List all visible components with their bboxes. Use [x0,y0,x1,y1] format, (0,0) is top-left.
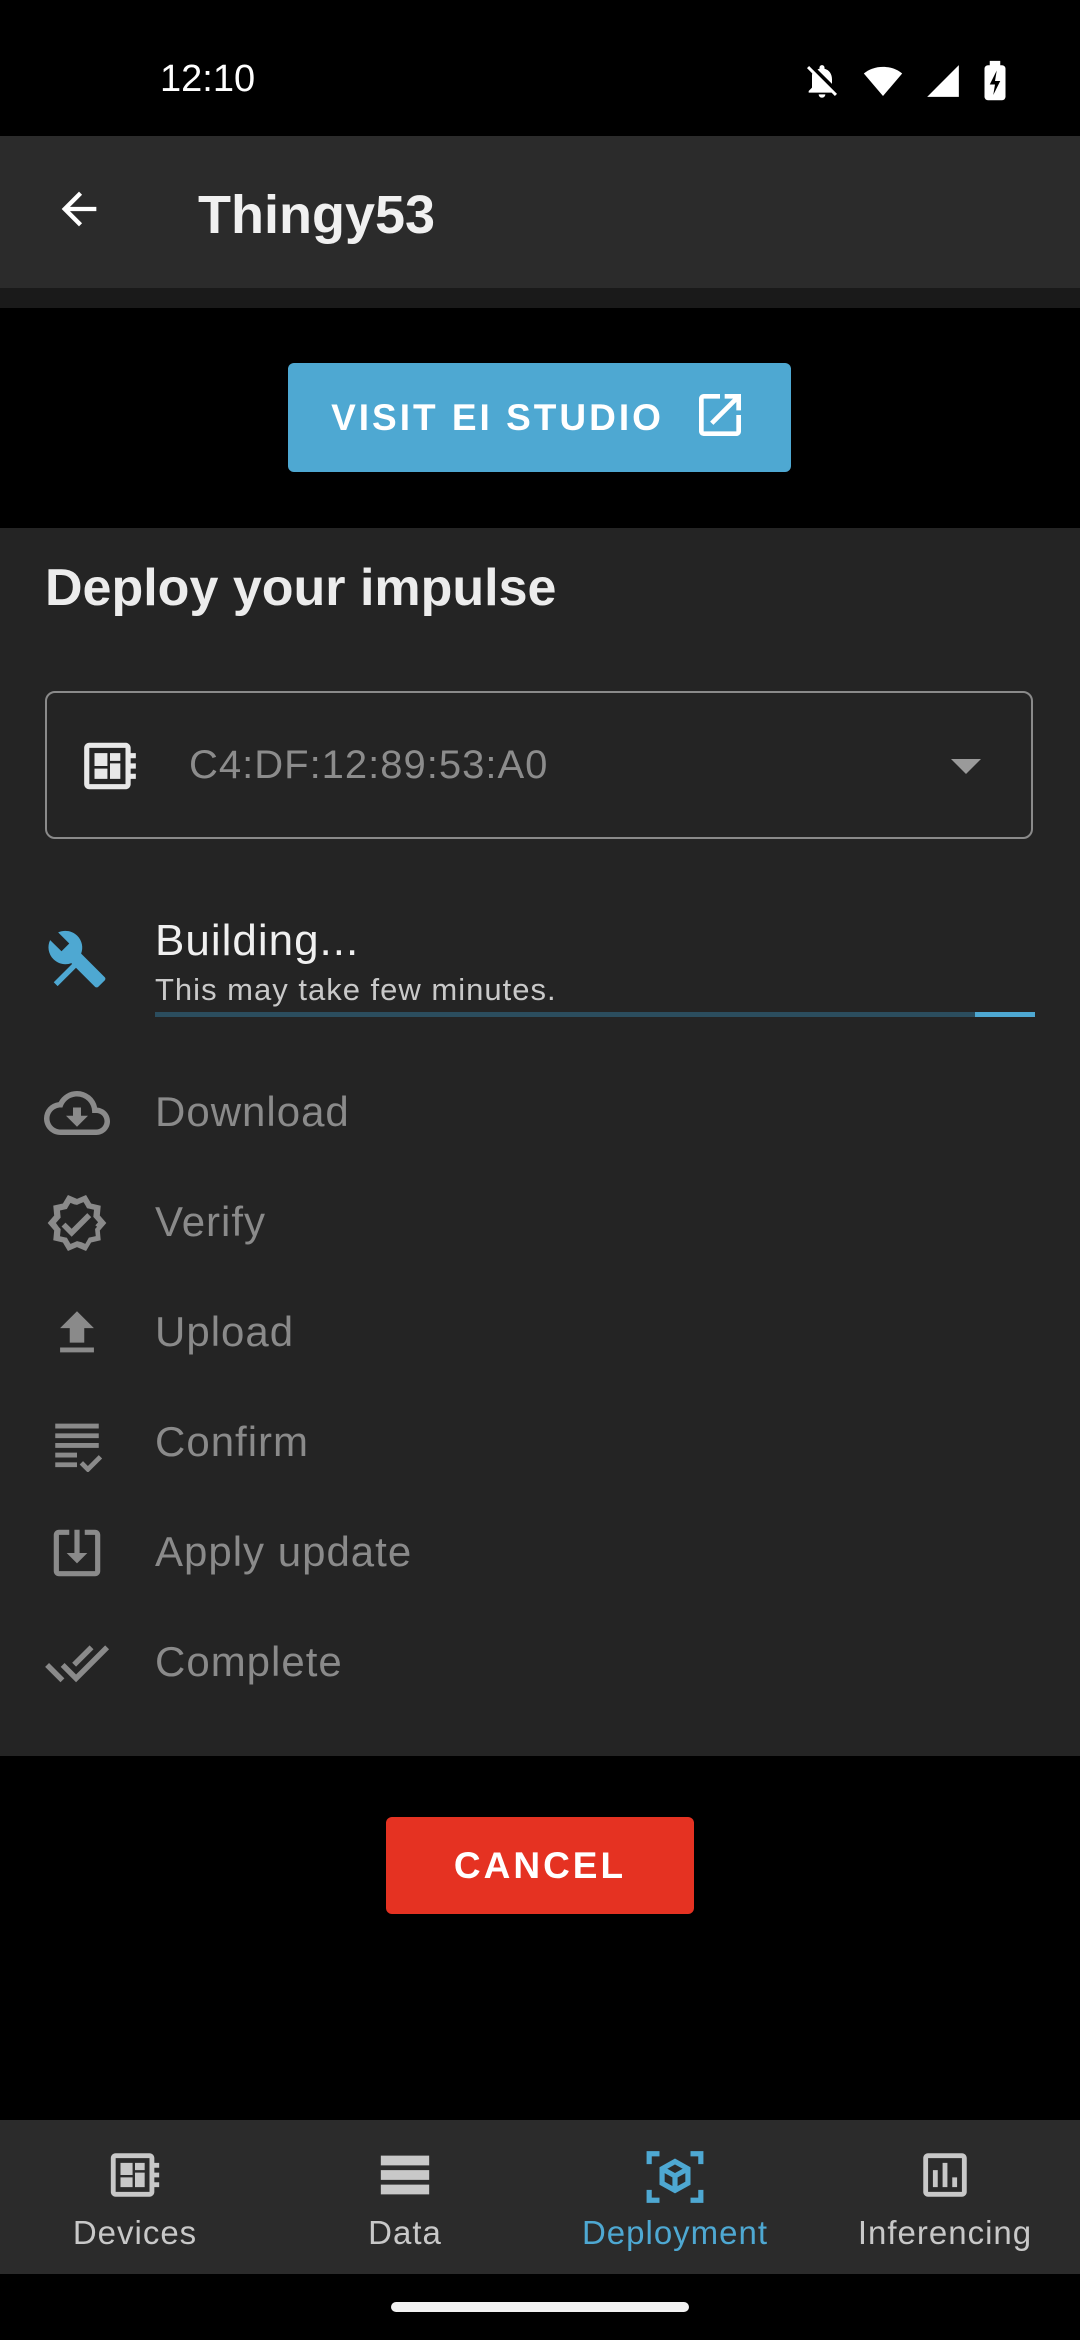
cloud-download-icon [44,1080,110,1146]
open-in-new-icon [692,387,748,448]
battery-charging-icon [982,60,1008,102]
step-apply-update: Apply update [0,1498,1080,1598]
step-label: Confirm [155,1418,310,1465]
upload-icon [44,1300,110,1366]
step-label: Complete [155,1638,343,1685]
status-bar: 12:10 [0,0,1080,136]
deployment-cube-icon [540,2146,810,2208]
verified-icon [44,1190,110,1256]
system-update-icon [44,1520,110,1586]
step-complete: Complete [0,1608,1080,1708]
chevron-down-icon [951,759,981,774]
step-download: Download [0,1058,1080,1158]
nav-item-devices[interactable]: Devices [0,2120,270,2274]
cancel-button[interactable]: CANCEL [386,1817,694,1914]
nav-item-deployment[interactable]: Deployment [540,2120,810,2274]
storage-icon [270,2146,540,2204]
nav-label: Deployment [581,2214,769,2251]
step-label: Building... [155,916,360,965]
wifi-icon [862,61,904,101]
back-button[interactable] [44,176,114,246]
developer-board-icon [0,2146,270,2204]
visit-ei-studio-button[interactable]: VISIT EI STUDIO [288,363,791,472]
nav-label: Inferencing [857,2214,1033,2251]
step-verify: Verify [0,1168,1080,1268]
step-label: Verify [155,1198,267,1245]
device-select[interactable]: C4:DF:12:89:53:A0 [45,691,1033,839]
nav-label: Data [368,2214,442,2251]
visit-ei-studio-label: VISIT EI STUDIO [331,396,664,438]
notifications-off-icon [802,61,842,101]
bottom-nav: Devices Data Deployment Inferencing [0,2120,1080,2274]
step-label: Download [155,1088,350,1135]
step-building: Building... This may take few minutes. [0,916,1080,1017]
deploy-title: Deploy your impulse [45,559,557,617]
app-bar: Thingy53 [0,136,1080,288]
checklist-icon [44,1410,110,1476]
divider [0,288,1080,308]
deploy-card: Deploy your impulse C4:DF:12:89:53:A0 Bu… [0,528,1080,1756]
step-confirm: Confirm [0,1388,1080,1488]
done-all-icon [44,1630,110,1696]
gesture-bar[interactable] [391,2302,689,2312]
bar-chart-icon [810,2146,1080,2204]
device-select-value: C4:DF:12:89:53:A0 [189,743,549,787]
step-sublabel: This may take few minutes. [155,972,557,1007]
step-label: Upload [155,1308,295,1355]
status-icons [802,60,1008,102]
build-progress-fill [975,1012,1035,1017]
cancel-label: CANCEL [453,1844,627,1886]
nav-label: Devices [72,2214,198,2251]
nav-item-inferencing[interactable]: Inferencing [810,2120,1080,2274]
build-icon [44,926,110,992]
nav-item-data[interactable]: Data [270,2120,540,2274]
build-progress-bar [155,1012,1035,1017]
step-label: Apply update [155,1528,413,1575]
arrow-back-icon [53,183,105,240]
step-upload: Upload [0,1278,1080,1378]
status-time: 12:10 [160,58,256,100]
signal-icon [924,61,962,101]
developer-board-icon [79,735,141,802]
page-title: Thingy53 [198,185,436,245]
